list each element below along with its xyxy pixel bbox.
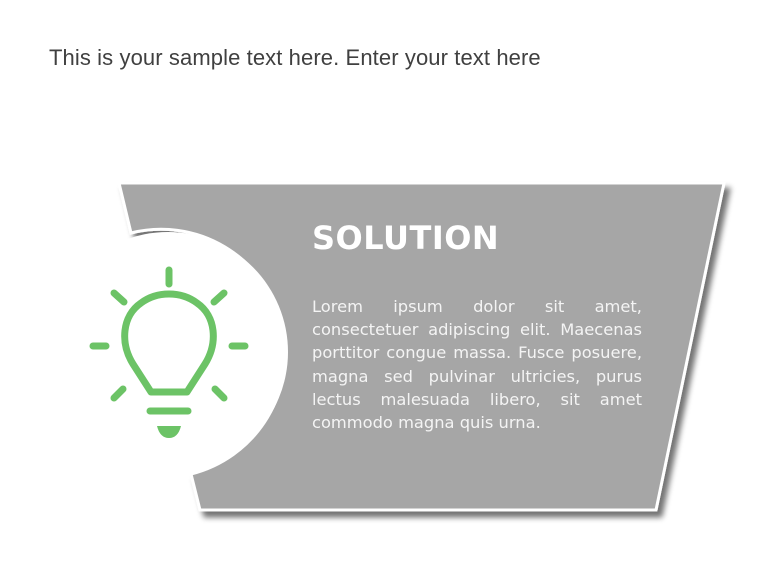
card-body-text: Lorem ipsum dolor sit amet, consectetuer… <box>312 297 642 433</box>
card-title: SOLUTION <box>312 219 500 257</box>
solution-card <box>48 181 726 512</box>
